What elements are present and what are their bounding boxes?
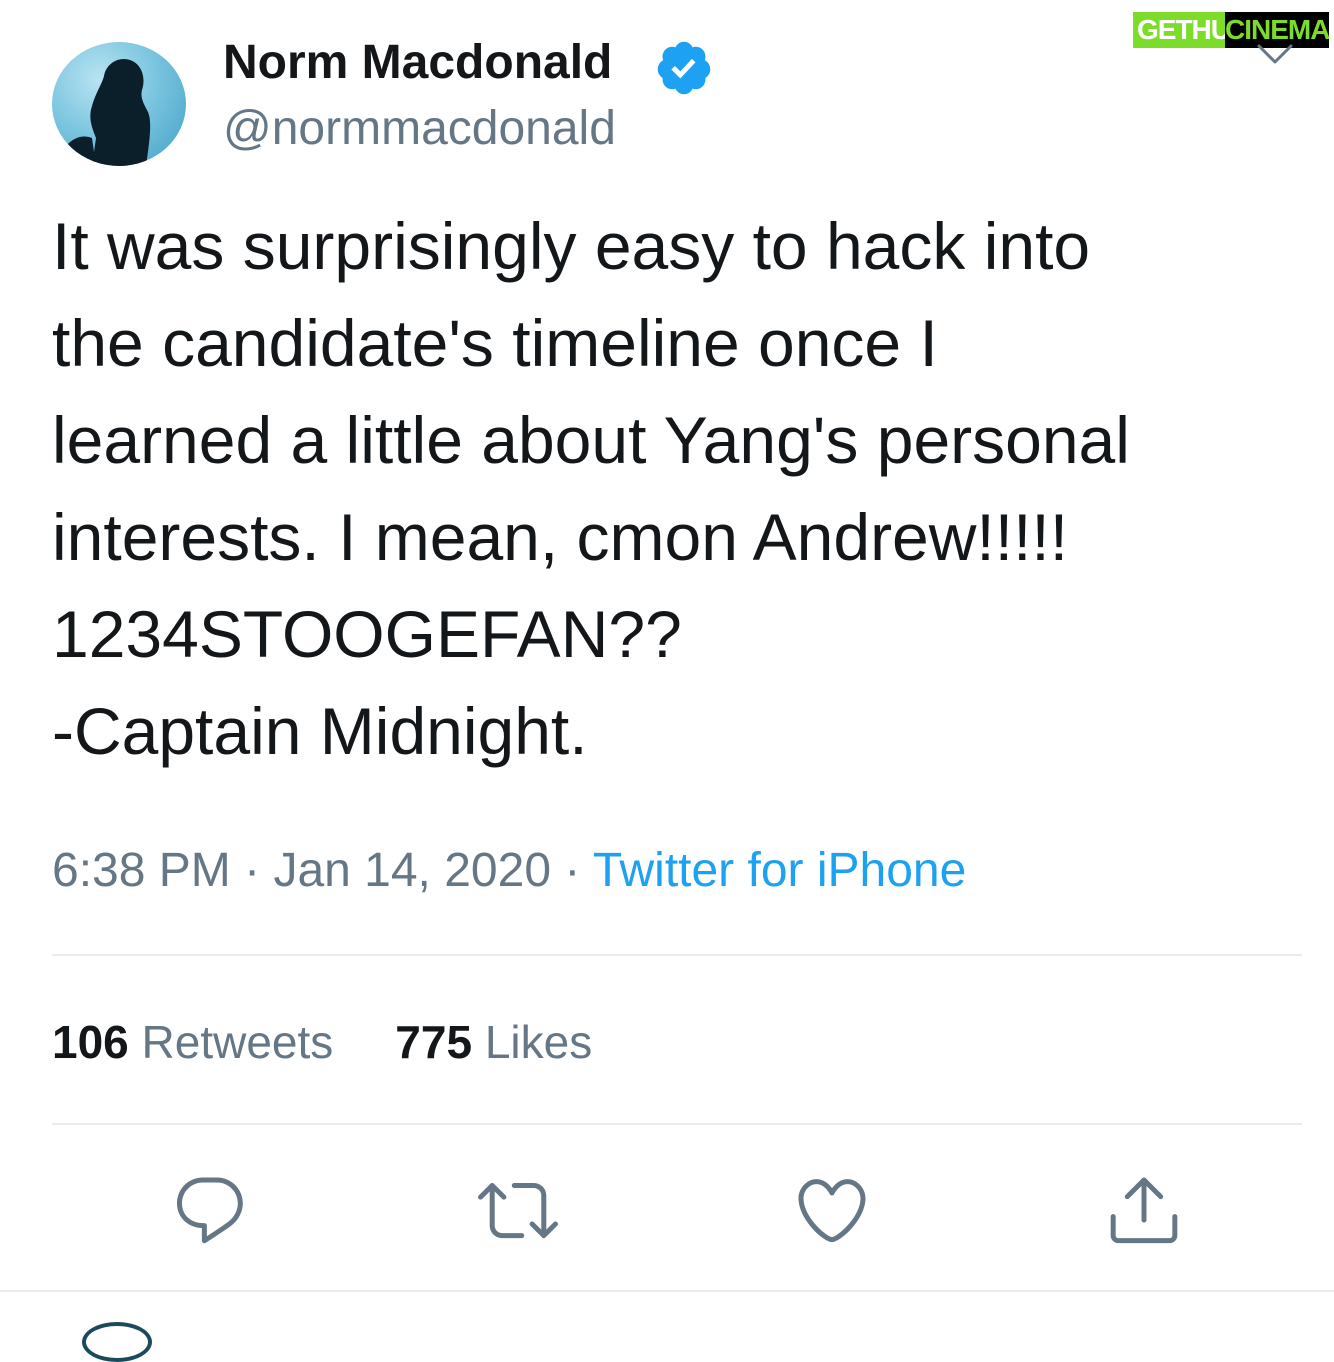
tweet-text-line: It was surprisingly easy to hack into <box>52 209 1091 283</box>
reply-button[interactable] <box>170 1170 250 1250</box>
divider <box>0 1290 1334 1292</box>
retweets-label: Retweets <box>141 1016 334 1068</box>
like-button[interactable] <box>792 1170 872 1250</box>
avatar-silhouette <box>56 58 151 166</box>
tweet-text-line: learned a little about Yang's personal <box>52 403 1130 477</box>
meta-separator: · <box>564 844 581 897</box>
like-icon <box>798 1179 866 1243</box>
tweet-text-line: -Captain Midnight. <box>52 694 588 768</box>
likes-stat[interactable]: 775 Likes <box>395 1016 592 1068</box>
tweet-text-line: the candidate's timeline once I <box>52 306 938 380</box>
divider <box>52 1123 1302 1125</box>
retweet-icon <box>478 1182 558 1239</box>
next-tweet-avatar[interactable] <box>82 1322 152 1362</box>
tweet-stats: 106 Retweets 775 Likes <box>52 1012 592 1072</box>
chevron-down-icon[interactable] <box>1255 40 1295 68</box>
tweet-date[interactable]: Jan 14, 2020 <box>273 844 551 897</box>
retweet-button[interactable] <box>478 1170 558 1250</box>
likes-count: 775 <box>395 1016 473 1068</box>
likes-label: Likes <box>484 1016 593 1068</box>
watermark-logo: GETHU CINEMA <box>1133 4 1332 56</box>
tweet-text: It was surprisingly easy to hack into th… <box>52 198 1292 780</box>
tweet-text-line: 1234STOOGEFAN?? <box>52 597 682 671</box>
watermark-left-text: GETHU <box>1133 12 1234 48</box>
tweet-time[interactable]: 6:38 PM <box>52 844 231 897</box>
author-handle[interactable]: @normmacdonald <box>223 100 616 158</box>
tweet-text-line: interests. I mean, cmon Andrew!!!!! <box>52 500 1069 574</box>
tweet-source-link[interactable]: Twitter for iPhone <box>593 844 967 897</box>
reply-icon <box>176 1177 243 1244</box>
tweet-meta: 6:38 PM · Jan 14, 2020 · Twitter for iPh… <box>52 836 966 906</box>
retweets-stat[interactable]: 106 Retweets <box>52 1016 333 1068</box>
retweets-count: 106 <box>52 1016 129 1068</box>
author-avatar[interactable] <box>52 42 186 166</box>
meta-separator: · <box>244 844 261 897</box>
author-name[interactable]: Norm Macdonald <box>223 34 612 92</box>
verified-badge-icon <box>657 41 711 95</box>
divider <box>52 954 1302 956</box>
share-icon <box>1110 1177 1178 1244</box>
share-button[interactable] <box>1104 1170 1184 1250</box>
